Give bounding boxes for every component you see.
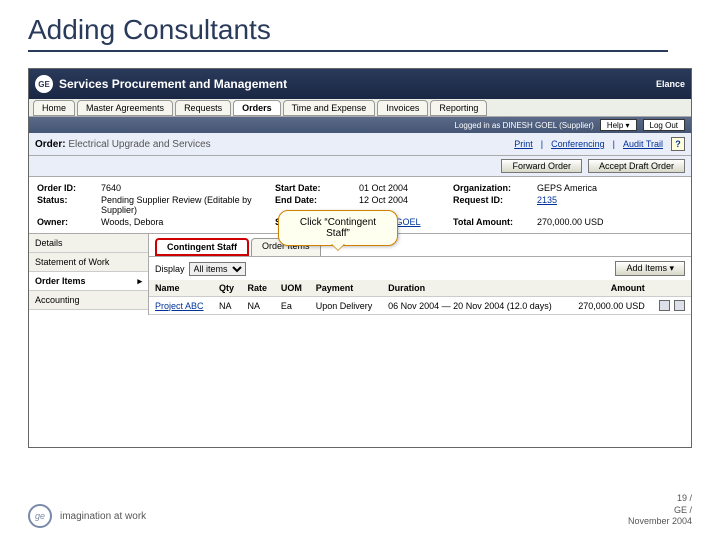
sidebar-item-order-items[interactable]: Order Items ▸ — [29, 272, 148, 291]
edit-icon[interactable] — [659, 300, 670, 311]
cell-payment: Upon Delivery — [310, 297, 382, 315]
instruction-callout: Click “Contingent Staff” — [278, 210, 398, 246]
sidebar-item-accounting[interactable]: Accounting — [29, 291, 148, 310]
chevron-right-icon: ▸ — [137, 276, 142, 287]
accept-draft-order-button[interactable]: Accept Draft Order — [588, 159, 685, 173]
tagline: imagination at work — [60, 511, 146, 522]
sidebar: Details Statement of Work Order Items ▸ … — [29, 234, 149, 315]
tab-invoices[interactable]: Invoices — [377, 100, 428, 116]
help-icon[interactable]: ? — [671, 137, 685, 151]
ge-logo-icon: GE — [35, 75, 53, 93]
forward-order-button[interactable]: Forward Order — [501, 159, 582, 173]
brand-bar: GE Services Procurement and Management E… — [29, 69, 691, 99]
lbl-req: Request ID: — [453, 195, 533, 215]
cell-amount: 270,000.00 USD — [568, 297, 651, 315]
tab-time-expense[interactable]: Time and Expense — [283, 100, 376, 116]
app-title: Services Procurement and Management — [59, 77, 287, 91]
display-label: Display — [155, 264, 185, 274]
audit-trail-link[interactable]: Audit Trail — [623, 139, 663, 149]
lbl-total: Total Amount: — [453, 217, 533, 227]
val-owner: Woods, Debora — [101, 217, 271, 227]
display-select[interactable]: All items — [189, 262, 246, 276]
val-start: 01 Oct 2004 — [359, 183, 449, 193]
val-status: Pending Supplier Review (Editable by Sup… — [101, 195, 271, 215]
help-button[interactable]: Help ▾ — [600, 119, 637, 131]
login-row: Logged in as DINESH GOEL (Supplier) Help… — [29, 117, 691, 133]
cell-name[interactable]: Project ABC — [149, 297, 213, 315]
order-items-table: Name Qty Rate UOM Payment Duration Amoun… — [149, 280, 691, 315]
th-duration: Duration — [382, 280, 568, 297]
th-payment: Payment — [310, 280, 382, 297]
order-label: Order: — [35, 139, 66, 150]
sidebar-item-details[interactable]: Details — [29, 234, 148, 253]
logged-in-text: Logged in as DINESH GOEL (Supplier) — [455, 121, 594, 130]
add-items-button[interactable]: Add Items ▾ — [615, 261, 685, 276]
tab-orders[interactable]: Orders — [233, 100, 281, 116]
val-total: 270,000.00 USD — [537, 217, 657, 227]
th-amount: Amount — [568, 280, 651, 297]
cell-duration: 06 Nov 2004 — 20 Nov 2004 (12.0 days) — [382, 297, 568, 315]
slide-title: Adding Consultants — [28, 14, 668, 52]
val-org: GEPS America — [537, 183, 657, 193]
val-order-id: 7640 — [101, 183, 271, 193]
order-title: Electrical Upgrade and Services — [68, 139, 210, 150]
subtab-contingent-staff[interactable]: Contingent Staff — [155, 238, 249, 256]
app-window: GE Services Procurement and Management E… — [28, 68, 692, 448]
page-note: 19 / GE / November 2004 — [628, 493, 692, 528]
lbl-org: Organization: — [453, 183, 533, 193]
cell-rate: NA — [242, 297, 275, 315]
cell-actions — [651, 297, 691, 315]
tab-home[interactable]: Home — [33, 100, 75, 116]
val-req[interactable]: 2135 — [537, 195, 657, 215]
vendor-name: Elance — [656, 79, 685, 89]
th-uom: UOM — [275, 280, 310, 297]
lbl-status: Status: — [37, 195, 97, 215]
th-actions — [651, 280, 691, 297]
cell-uom: Ea — [275, 297, 310, 315]
conferencing-link[interactable]: Conferencing — [551, 139, 605, 149]
th-rate: Rate — [242, 280, 275, 297]
th-name: Name — [149, 280, 213, 297]
primary-nav: Home Master Agreements Requests Orders T… — [29, 99, 691, 117]
ge-monogram-icon: ge — [28, 504, 52, 528]
body-two-col: Details Statement of Work Order Items ▸ … — [29, 234, 691, 315]
sidebar-item-sow[interactable]: Statement of Work — [29, 253, 148, 272]
order-header: Order: Electrical Upgrade and Services P… — [29, 133, 691, 156]
delete-icon[interactable] — [674, 300, 685, 311]
items-toolbar: Display All items Add Items ▾ — [149, 257, 691, 280]
cell-qty: NA — [213, 297, 242, 315]
subtabs: Contingent Staff Order Items — [149, 234, 691, 257]
slide-footer: ge imagination at work — [28, 504, 146, 528]
th-qty: Qty — [213, 280, 242, 297]
print-link[interactable]: Print — [514, 139, 533, 149]
lbl-owner: Owner: — [37, 217, 97, 227]
tab-master-agreements[interactable]: Master Agreements — [77, 100, 173, 116]
lbl-order-id: Order ID: — [37, 183, 97, 193]
main-panel: Contingent Staff Order Items Display All… — [149, 234, 691, 315]
logout-button[interactable]: Log Out — [643, 119, 685, 131]
tab-requests[interactable]: Requests — [175, 100, 231, 116]
table-row: Project ABC NA NA Ea Upon Delivery 06 No… — [149, 297, 691, 315]
action-row: Forward Order Accept Draft Order — [29, 156, 691, 177]
lbl-start: Start Date: — [275, 183, 355, 193]
tab-reporting[interactable]: Reporting — [430, 100, 487, 116]
